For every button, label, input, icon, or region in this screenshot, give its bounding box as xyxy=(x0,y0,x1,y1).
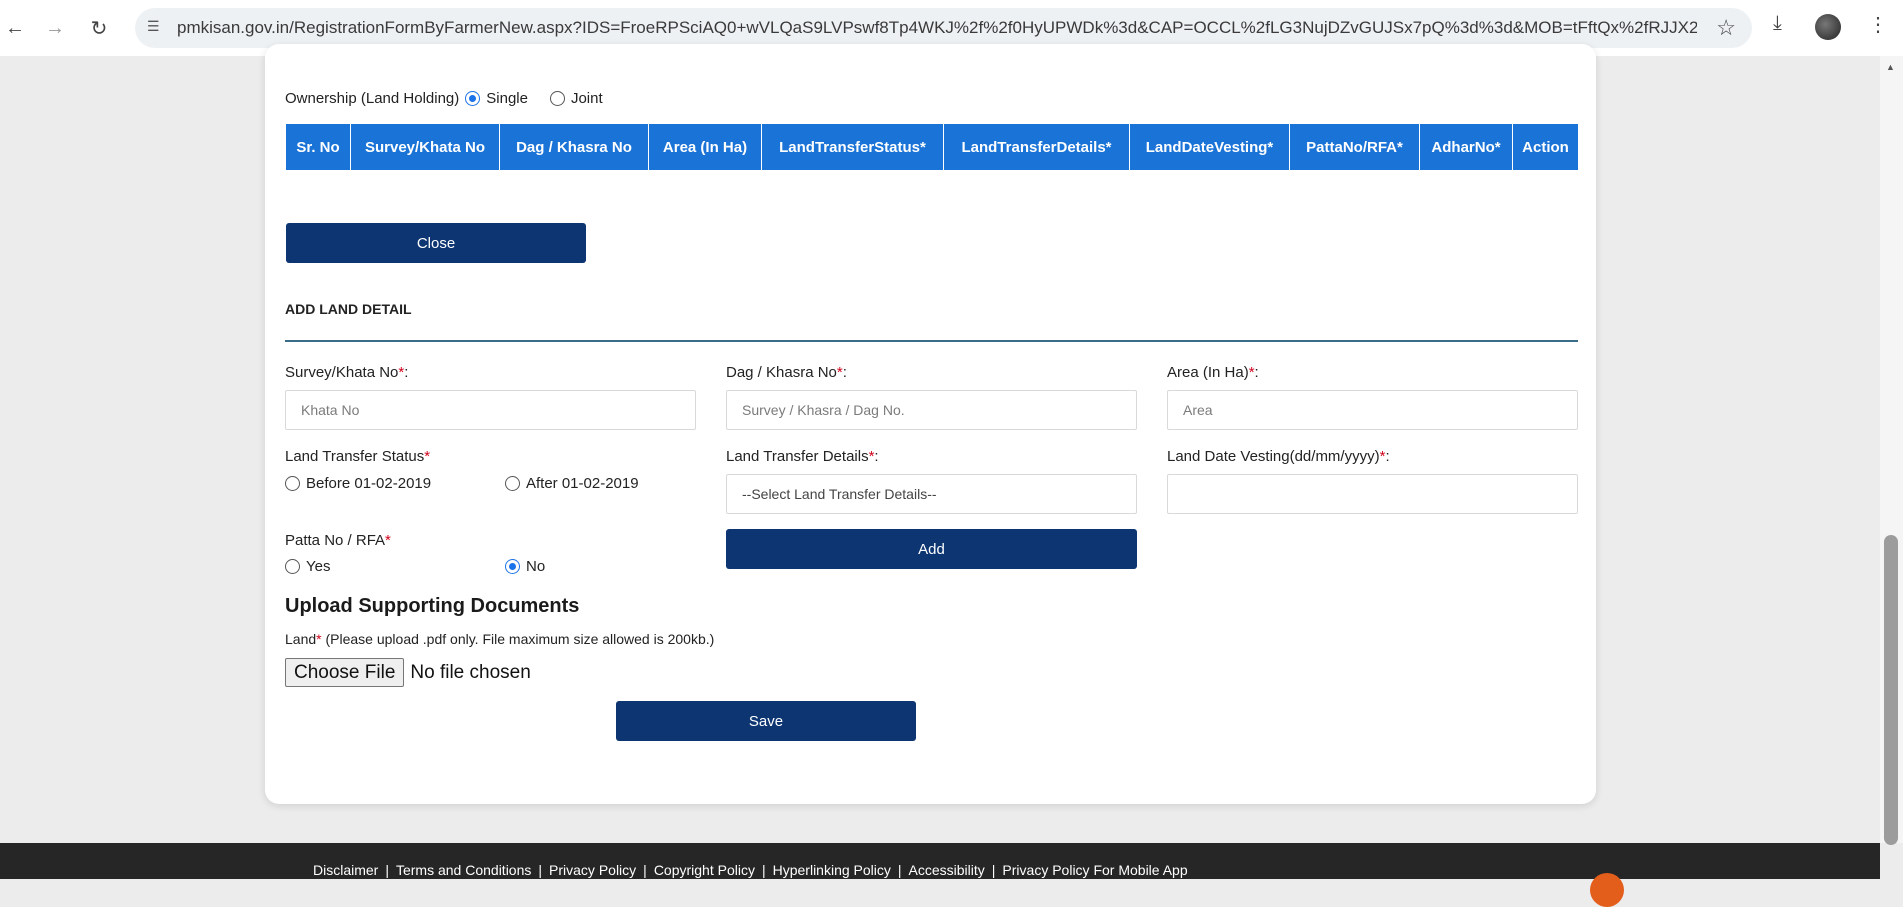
patta-yes-radio[interactable] xyxy=(285,559,300,574)
patta-label: Patta No / RFA* xyxy=(285,532,391,549)
scroll-up-arrow-icon[interactable]: ▲ xyxy=(1886,62,1895,72)
footer-separator: | xyxy=(643,862,647,878)
land-upload-label: Land* (Please upload .pdf only. File max… xyxy=(285,631,715,647)
save-button[interactable]: Save xyxy=(616,701,916,741)
footer-separator: | xyxy=(538,862,543,878)
ownership-single-radio[interactable] xyxy=(465,91,481,106)
transfer-after-option[interactable]: After 01-02-2019 xyxy=(505,475,639,492)
column-header: AdharNo* xyxy=(1419,123,1513,171)
date-vesting-label: Land Date Vesting(dd/mm/yyyy)*: xyxy=(1167,448,1390,465)
transfer-details-label: Land Transfer Details*: xyxy=(726,448,879,465)
footer-link-accessibility[interactable]: Accessibility xyxy=(909,862,985,878)
column-header: PattaNo/RFA* xyxy=(1289,123,1420,171)
more-vert-icon[interactable]: ⋮ xyxy=(1868,12,1888,37)
url-text[interactable]: pmkisan.gov.in/RegistrationFormByFarmerN… xyxy=(177,18,1697,38)
column-header: Survey/Khata No xyxy=(350,123,500,171)
scrollbar-thumb[interactable] xyxy=(1884,535,1898,845)
footer-link-hyperlinking[interactable]: Hyperlinking Policy xyxy=(773,862,891,878)
footer-link-mobile-privacy[interactable]: Privacy Policy For Mobile App xyxy=(1002,862,1187,878)
transfer-before-label: Before 01-02-2019 xyxy=(306,475,432,492)
transfer-status-label: Land Transfer Status* xyxy=(285,448,431,465)
transfer-before-option[interactable]: Before 01-02-2019 xyxy=(285,475,431,492)
address-bar[interactable]: ☰ pmkisan.gov.in/RegistrationFormByFarme… xyxy=(135,8,1752,48)
survey-label: Survey/Khata No*: xyxy=(285,364,409,381)
footer-links: Disclaimer | Terms and Conditions | Priv… xyxy=(313,862,1188,878)
transfer-before-radio[interactable] xyxy=(285,476,300,491)
table-header-row: Sr. No Survey/Khata No Dag / Khasra No A… xyxy=(285,123,1579,171)
footer: Disclaimer | Terms and Conditions | Priv… xyxy=(0,843,1880,907)
column-header: Area (In Ha) xyxy=(648,123,762,171)
dag-khasra-input[interactable]: Survey / Khasra / Dag No. xyxy=(726,390,1137,430)
back-arrow-icon[interactable]: ← xyxy=(0,13,30,43)
column-header: LandTransferStatus* xyxy=(761,123,944,171)
footer-separator: | xyxy=(991,862,996,878)
survey-khata-input[interactable]: Khata No xyxy=(285,390,696,430)
ownership-joint-label: Joint xyxy=(570,90,603,107)
footer-link-privacy[interactable]: Privacy Policy xyxy=(549,862,636,878)
registration-card: Ownership (Land Holding) Single Joint Sr… xyxy=(265,44,1596,804)
choose-file-button[interactable]: Choose File xyxy=(285,658,405,687)
ownership-row: Ownership (Land Holding) Single Joint xyxy=(285,90,603,107)
land-table: Sr. No Survey/Khata No Dag / Khasra No A… xyxy=(285,123,1579,171)
transfer-after-label: After 01-02-2019 xyxy=(526,475,639,492)
patta-yes-option[interactable]: Yes xyxy=(285,558,330,575)
avatar[interactable] xyxy=(1815,14,1841,40)
footer-link-disclaimer[interactable]: Disclaimer xyxy=(313,862,378,878)
forward-arrow-icon[interactable]: → xyxy=(40,13,70,43)
footer-link-copyright[interactable]: Copyright Policy xyxy=(654,862,755,878)
footer-link-terms[interactable]: Terms and Conditions xyxy=(396,862,531,878)
patta-no-option[interactable]: No xyxy=(505,558,545,575)
area-input[interactable]: Area xyxy=(1167,390,1578,430)
column-header: Dag / Khasra No xyxy=(499,123,649,171)
footer-logo xyxy=(1590,873,1624,907)
column-header: Action xyxy=(1512,123,1579,171)
add-button[interactable]: Add xyxy=(726,529,1137,569)
close-button[interactable]: Close xyxy=(286,223,586,263)
column-header: LandDateVesting* xyxy=(1129,123,1290,171)
footer-separator: | xyxy=(761,862,766,878)
transfer-details-select[interactable]: --Select Land Transfer Details-- xyxy=(726,474,1137,514)
area-label: Area (In Ha)*: xyxy=(1167,364,1259,381)
footer-separator: | xyxy=(897,862,902,878)
download-icon[interactable]: ⤓ xyxy=(1773,12,1782,35)
reload-icon[interactable]: ↻ xyxy=(84,13,114,43)
footer-separator: | xyxy=(385,862,389,878)
transfer-details-selected: --Select Land Transfer Details-- xyxy=(742,486,937,502)
patta-no-label: No xyxy=(526,558,546,575)
dag-label: Dag / Khasra No*: xyxy=(726,364,847,381)
section-title: ADD LAND DETAIL xyxy=(285,301,412,317)
ownership-joint-radio[interactable] xyxy=(549,91,565,106)
upload-title: Upload Supporting Documents xyxy=(285,595,580,617)
star-icon[interactable]: ☆ xyxy=(1716,15,1736,41)
transfer-after-radio[interactable] xyxy=(505,476,520,491)
column-header: Sr. No xyxy=(285,123,351,171)
column-header: LandTransferDetails* xyxy=(943,123,1130,171)
ownership-single-label: Single xyxy=(486,90,528,107)
file-input[interactable]: Choose File No file chosen xyxy=(285,658,531,687)
tune-icon[interactable]: ☰ xyxy=(147,18,171,38)
divider xyxy=(285,340,1578,342)
patta-yes-label: Yes xyxy=(306,558,331,575)
ownership-label: Ownership (Land Holding) xyxy=(285,90,460,107)
patta-no-radio[interactable] xyxy=(505,559,520,574)
date-vesting-input[interactable] xyxy=(1167,474,1578,514)
no-file-text: No file chosen xyxy=(410,661,531,683)
